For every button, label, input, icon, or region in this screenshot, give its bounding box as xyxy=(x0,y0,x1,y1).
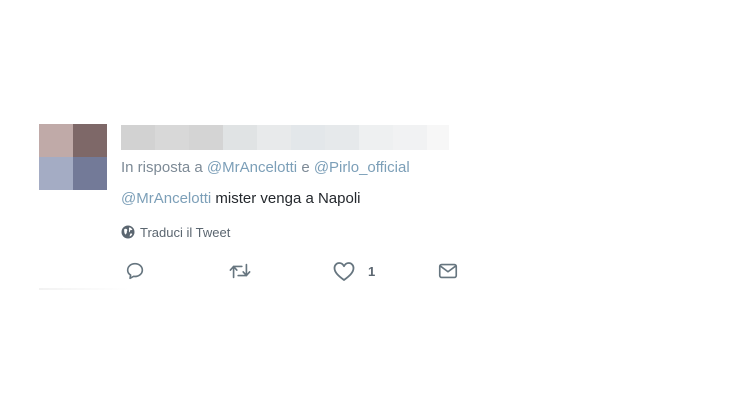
tweet-text-body: mister venga a Napoli xyxy=(215,190,361,207)
redacted-block xyxy=(359,125,393,150)
heart-icon xyxy=(332,260,356,282)
tweet-text: @MrAncelotti mister venga a Napoli xyxy=(121,188,541,210)
redacted-block xyxy=(291,125,325,150)
redacted-block xyxy=(257,125,291,150)
translate-label: Traduci il Tweet xyxy=(140,224,231,240)
author-name-redacted[interactable] xyxy=(121,125,449,150)
tweet-card: In risposta a @MrAncelotti e @Pirlo_offi… xyxy=(0,0,736,408)
reply-button[interactable] xyxy=(124,258,146,284)
redacted-block xyxy=(393,125,427,150)
reply-icon xyxy=(124,260,146,282)
translate-tweet-link[interactable]: Traduci il Tweet xyxy=(121,222,230,242)
text-mention-ancelotti[interactable]: @MrAncelotti xyxy=(121,190,211,207)
avatar-pixel xyxy=(73,157,107,190)
envelope-icon xyxy=(437,260,459,282)
reply-joiner: e xyxy=(301,159,310,176)
avatar[interactable] xyxy=(39,124,107,190)
globe-icon xyxy=(121,225,135,239)
reply-prefix: In risposta a xyxy=(121,159,203,176)
reply-context: In risposta a @MrAncelotti e @Pirlo_offi… xyxy=(121,156,541,180)
reply-mention-ancelotti[interactable]: @MrAncelotti xyxy=(207,159,297,176)
direct-message-button[interactable] xyxy=(437,258,459,284)
avatar-pixel xyxy=(73,124,107,157)
tweet-body: In risposta a @MrAncelotti e @Pirlo_offi… xyxy=(121,156,541,210)
redacted-block xyxy=(189,125,223,150)
redacted-block xyxy=(155,125,189,150)
like-count: 1 xyxy=(368,263,376,279)
redacted-block xyxy=(121,125,155,150)
redacted-block xyxy=(325,125,359,150)
reply-mention-pirlo[interactable]: @Pirlo_official xyxy=(314,159,410,176)
redacted-block xyxy=(223,125,257,150)
like-button[interactable]: 1 xyxy=(332,258,375,284)
avatar-pixel xyxy=(39,157,73,190)
retweet-button[interactable] xyxy=(228,258,252,284)
avatar-pixel xyxy=(39,124,73,157)
retweet-icon xyxy=(228,260,252,282)
divider xyxy=(39,288,129,290)
redacted-block xyxy=(427,125,449,150)
